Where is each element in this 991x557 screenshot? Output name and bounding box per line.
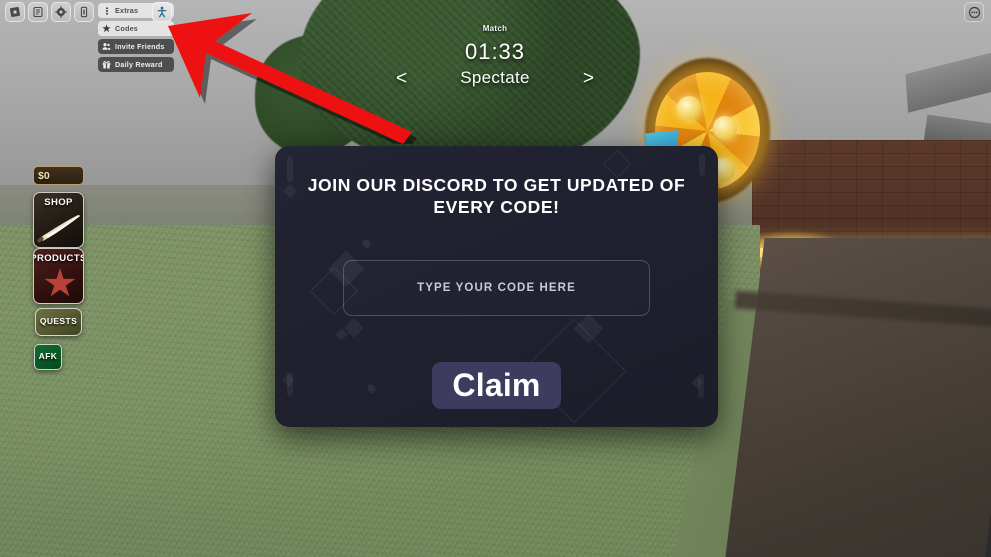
- decoration-droplet: [360, 237, 373, 250]
- codes-dialog: JOIN OUR DISCORD TO GET UPDATED OF EVERY…: [275, 146, 718, 427]
- claim-button-label: Claim: [452, 367, 541, 403]
- red-arrow-annotation: [168, 13, 417, 144]
- decoration-pill: [287, 372, 293, 396]
- products-button[interactable]: PRODUCTS: [33, 248, 84, 304]
- prize-wheel-pip: [713, 116, 737, 140]
- products-label: PRODUCTS: [33, 253, 84, 264]
- decoration-diamond: [344, 318, 364, 338]
- cash-amount: $0: [38, 169, 50, 182]
- code-input[interactable]: TYPE YOUR CODE HERE: [343, 260, 650, 316]
- chat-bubble-icon[interactable]: [964, 2, 984, 22]
- decoration-pill: [698, 374, 704, 398]
- cash-badge: $0: [33, 166, 84, 185]
- spectate-next-button[interactable]: >: [577, 69, 600, 88]
- dialog-title: JOIN OUR DISCORD TO GET UPDATED OF EVERY…: [307, 175, 686, 218]
- codes-label: Codes: [115, 24, 138, 33]
- code-input-placeholder: TYPE YOUR CODE HERE: [417, 282, 576, 294]
- game-screenshot: Extras Codes Invite Friends Daily Reward…: [0, 0, 991, 557]
- quests-button[interactable]: QUESTS: [35, 308, 82, 336]
- afk-button[interactable]: AFK: [34, 344, 62, 370]
- decoration-diamond: [573, 313, 604, 344]
- decoration-diamond: [691, 376, 704, 389]
- shop-button[interactable]: SHOP: [33, 192, 84, 248]
- roblox-logo-icon[interactable]: [5, 2, 25, 22]
- prize-wheel-pip: [677, 96, 701, 120]
- friends-icon: [102, 42, 111, 51]
- decoration-diamond: [335, 328, 348, 341]
- sword-icon: [37, 215, 80, 243]
- decoration-pill: [699, 154, 705, 176]
- quests-label: QUESTS: [39, 316, 78, 326]
- claim-button[interactable]: Claim: [432, 362, 561, 409]
- spectate-label[interactable]: Spectate: [460, 68, 530, 88]
- decoration-diamond: [282, 374, 295, 387]
- mobile-capture-icon[interactable]: [74, 2, 94, 22]
- star-icon: [102, 24, 111, 33]
- settings-gear-icon[interactable]: [51, 2, 71, 22]
- dirt-path: [725, 238, 991, 557]
- star-icon: [44, 268, 76, 297]
- shop-label: SHOP: [44, 197, 73, 208]
- dots-vertical-icon: [102, 6, 111, 15]
- match-label: Match: [482, 24, 508, 33]
- extras-label: Extras: [115, 6, 139, 15]
- decoration-droplet: [365, 382, 378, 395]
- invite-friends-label: Invite Friends: [115, 42, 165, 51]
- afk-label: AFK: [38, 351, 58, 361]
- chat-list-icon[interactable]: [28, 2, 48, 22]
- daily-reward-label: Daily Reward: [115, 60, 163, 69]
- gift-icon: [102, 60, 111, 69]
